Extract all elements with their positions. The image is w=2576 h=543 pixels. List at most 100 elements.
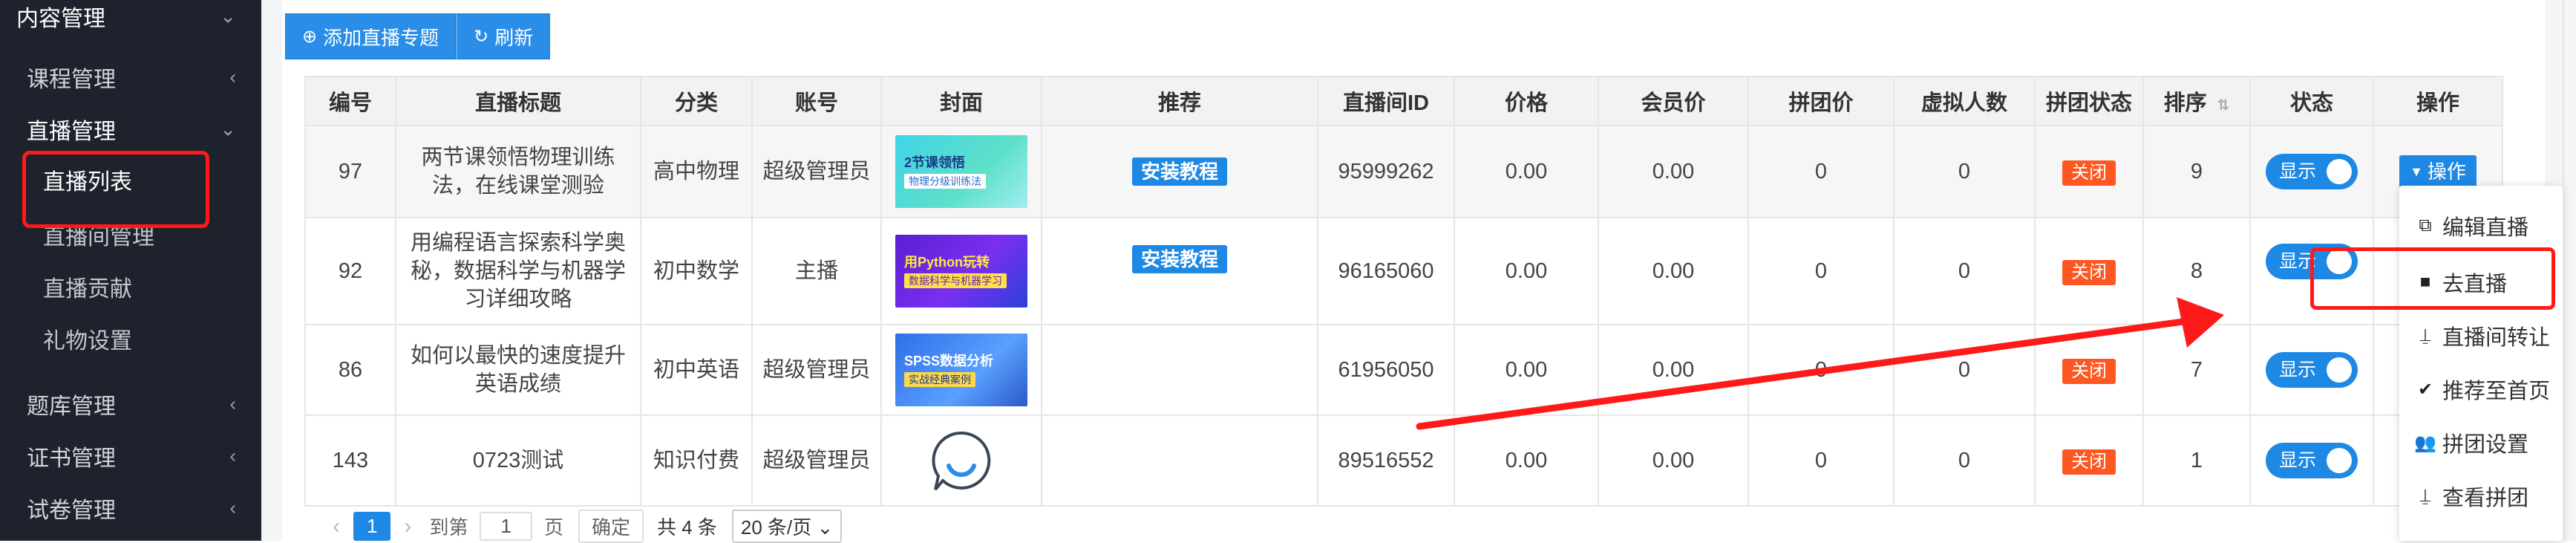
cover-image[interactable]: 2节课领悟 物理分级训练法: [895, 135, 1027, 208]
cell-group-status: 关闭: [2034, 125, 2144, 218]
prev-page-icon[interactable]: ‹: [333, 514, 340, 539]
menu-item-transfer-room[interactable]: ⍊ 直播间转让: [2414, 321, 2550, 351]
sidebar-item-label: 礼物设置: [43, 329, 132, 354]
cell-id: 97: [304, 125, 396, 218]
cell-member-price: 0.00: [1598, 324, 1749, 416]
actions-dropdown-menu: ⧉ 编辑直播 ■ 去直播 ⍊ 直播间转让 ✔ 推荐至首页 👥 拼团设置 ⍊ 查看…: [2399, 186, 2563, 541]
col-header-status: 状态: [2249, 76, 2374, 126]
sidebar-item-gift-settings[interactable]: 礼物设置: [0, 316, 261, 361]
col-header-group-price: 拼团价: [1748, 76, 1895, 126]
refresh-button[interactable]: ↻ 刷新: [456, 13, 551, 59]
add-live-topic-button[interactable]: ⊕ 添加直播专题: [285, 13, 457, 59]
actions-button[interactable]: ▼ 操作: [2399, 155, 2477, 188]
cell-group-status: 关闭: [2034, 324, 2144, 416]
sidebar-group-exam-paper[interactable]: 试卷管理 ‹: [0, 486, 261, 530]
menu-item-view-group[interactable]: ⍊ 查看拼团: [2414, 481, 2528, 511]
page-label: 页: [543, 516, 563, 539]
cover-text: 数据科学与机器学习: [904, 273, 1007, 288]
cell-id: 92: [304, 217, 396, 325]
cell-room-id: 89516552: [1317, 414, 1455, 507]
col-header-recommend: 推荐: [1041, 76, 1318, 126]
col-header-price: 价格: [1454, 76, 1599, 126]
group-status-badge: 关闭: [2062, 449, 2116, 475]
sidebar-group-certificate[interactable]: 证书管理 ‹: [0, 434, 261, 478]
group-status-badge: 关闭: [2062, 260, 2116, 285]
toggle-knob: [2327, 159, 2352, 184]
plus-circle-icon: ⊕: [302, 26, 318, 47]
status-toggle-label: 显示: [2279, 161, 2317, 182]
sidebar-group-question-bank[interactable]: 题库管理 ‹: [0, 382, 261, 426]
cell-id: 86: [304, 324, 396, 416]
sidebar-item-live-contribution[interactable]: 直播贡献: [0, 264, 261, 309]
page-1-button[interactable]: 1: [353, 512, 391, 541]
cover-image[interactable]: 用Python玩转 数据科学与机器学习: [895, 235, 1027, 308]
group-status-badge: 关闭: [2062, 160, 2116, 186]
cell-virtual: 0: [1893, 125, 2036, 218]
cover-text: 实战经典案例: [904, 372, 975, 387]
col-header-id: 编号: [304, 76, 396, 126]
recommend-tag[interactable]: 安装教程: [1131, 245, 1227, 273]
cell-virtual: 0: [1893, 414, 2036, 507]
cell-room-id: 95999262: [1317, 125, 1455, 218]
menu-item-edit-live[interactable]: ⧉ 编辑直播: [2414, 211, 2528, 241]
cell-cover: 用Python玩转 数据科学与机器学习: [880, 217, 1042, 325]
cell-account: 超级管理员: [751, 324, 882, 416]
sidebar-group-content[interactable]: 内容管理 ⌄: [0, 0, 261, 39]
highlight-box: [22, 151, 209, 228]
sidebar-group-course[interactable]: 课程管理 ‹: [0, 55, 261, 100]
recommend-tag[interactable]: 安装教程: [1131, 157, 1227, 186]
cell-sort: 9: [2142, 125, 2251, 218]
menu-item-label: 推荐至首页: [2442, 380, 2551, 403]
goto-confirm-button[interactable]: 确定: [578, 510, 644, 543]
cell-title: 0723测试: [395, 414, 641, 507]
cover-text: 用Python玩转: [904, 255, 990, 270]
col-header-sort[interactable]: 排序 ⇅: [2142, 76, 2251, 126]
cell-group-price: 0: [1748, 414, 1895, 507]
cell-room-id: 96165060: [1317, 217, 1455, 325]
toolbar: ⊕ 添加直播专题 ↻ 刷新: [285, 13, 551, 59]
cover-image[interactable]: SPSS数据分析 实战经典案例: [895, 334, 1027, 406]
table-row: 86 如何以最快的速度提升英语成绩 初中英语 超级管理员 SPSS数据分析 实战…: [304, 324, 2503, 416]
status-toggle[interactable]: 显示: [2266, 352, 2358, 388]
cell-title: 两节课领悟物理训练法，在线课堂测验: [395, 125, 641, 218]
menu-item-group-settings[interactable]: 👥 拼团设置: [2414, 428, 2528, 458]
cell-recommend: 安装教程: [1041, 125, 1318, 218]
goto-page-input[interactable]: 1: [480, 512, 532, 541]
status-toggle[interactable]: 显示: [2266, 154, 2358, 189]
cell-sort: 7: [2142, 324, 2251, 416]
sidebar-group-label: 课程管理: [27, 68, 116, 92]
cell-price: 0.00: [1454, 324, 1599, 416]
cell-category: 知识付费: [640, 414, 753, 507]
refresh-label: 刷新: [494, 26, 534, 49]
cell-member-price: 0.00: [1598, 125, 1749, 218]
col-header-title: 直播标题: [395, 76, 641, 126]
sidebar-group-label: 内容管理: [16, 7, 105, 31]
status-toggle[interactable]: 显示: [2266, 443, 2358, 478]
next-page-icon[interactable]: ›: [404, 514, 411, 539]
cell-member-price: 0.00: [1598, 217, 1749, 325]
cover-text: 2节课领悟: [904, 155, 966, 170]
col-header-category: 分类: [640, 76, 753, 126]
chat-loading-icon[interactable]: [928, 427, 995, 494]
refresh-icon: ↻: [474, 26, 489, 47]
table-header-row: 编号 直播标题 分类 账号 封面 推荐 直播间ID 价格 会员价 拼团价 虚拟人…: [304, 76, 2503, 126]
sidebar: 内容管理 ⌄ 课程管理 ‹ 直播管理 ⌄ 直播列表 直播间管理 直播贡献 礼物设…: [0, 0, 261, 541]
menu-item-recommend-home[interactable]: ✔ 推荐至首页: [2414, 374, 2550, 404]
sidebar-group-live[interactable]: 直播管理 ⌄: [0, 107, 261, 152]
transfer-icon: ⍊: [2419, 486, 2431, 506]
sort-icon: ⇅: [2217, 97, 2230, 114]
highlight-box: [2310, 247, 2555, 310]
cell-account: 超级管理员: [751, 125, 882, 218]
cell-group-status: 关闭: [2034, 414, 2144, 507]
sidebar-group-label: 试卷管理: [27, 498, 116, 523]
table-row: 97 两节课领悟物理训练法，在线课堂测验 高中物理 超级管理员 2节课领悟 物理…: [304, 125, 2503, 218]
cover-text: SPSS数据分析: [904, 354, 994, 368]
cell-category: 高中物理: [640, 125, 753, 218]
cell-cover: 2节课领悟 物理分级训练法: [880, 125, 1042, 218]
col-header-member-price: 会员价: [1598, 76, 1749, 126]
cell-status: 显示: [2249, 324, 2374, 416]
caret-down-icon: ▼: [2410, 164, 2423, 179]
page-size-select[interactable]: 20 条/页 ⌄: [731, 510, 843, 543]
cell-price: 0.00: [1454, 217, 1599, 325]
cell-recommend: [1041, 324, 1318, 416]
